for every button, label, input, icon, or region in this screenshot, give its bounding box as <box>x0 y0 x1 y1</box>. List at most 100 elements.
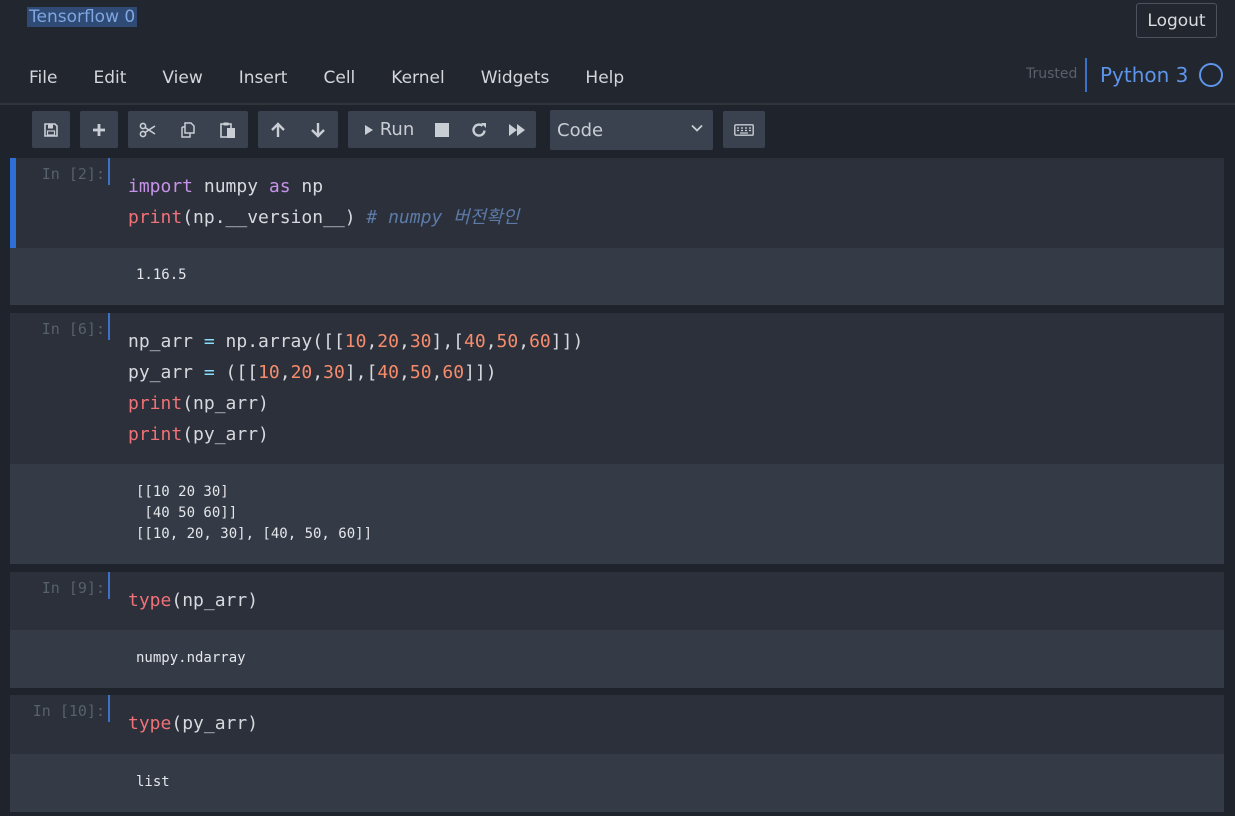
restart-icon <box>472 122 486 137</box>
arrow-down-icon <box>311 122 325 138</box>
cell-output-text: list <box>136 774 170 790</box>
keyboard-group <box>723 111 765 148</box>
code-cell[interactable]: In [6]: np_arr = np.array([[10,20,30],[4… <box>10 313 1224 564</box>
cell-prompt: In [2]: <box>41 165 105 183</box>
prompt-bar <box>108 158 110 185</box>
play-icon <box>364 124 373 135</box>
arrow-up-icon <box>271 121 285 137</box>
code-token: (py_arr) <box>182 424 269 445</box>
code-token: 10 <box>258 362 280 383</box>
code-token: 20 <box>290 362 313 383</box>
menu-bar: File Edit View Insert Cell Kernel Widget… <box>12 64 643 92</box>
trusted-indicator[interactable]: Trusted <box>1026 64 1077 84</box>
restart-button[interactable] <box>460 111 498 148</box>
menu-help[interactable]: Help <box>568 64 643 92</box>
command-palette-button[interactable] <box>723 111 765 148</box>
move-up-button[interactable] <box>258 111 298 148</box>
run-button[interactable]: Run <box>348 111 424 148</box>
insert-cell-button[interactable] <box>80 111 118 148</box>
menu-insert[interactable]: Insert <box>222 64 307 92</box>
code-token: (np.__version__) <box>182 207 367 228</box>
code-cell[interactable]: In [2]: import numpy as np print(np.__ver… <box>10 158 1224 305</box>
interrupt-button[interactable] <box>424 111 460 148</box>
code-token: import <box>128 176 194 197</box>
copy-icon <box>181 121 195 138</box>
cut-button[interactable] <box>128 111 168 148</box>
code-token: ]]) <box>464 362 497 383</box>
save-button[interactable] <box>32 111 70 148</box>
paste-button[interactable] <box>208 111 248 148</box>
menu-edit[interactable]: Edit <box>76 64 145 92</box>
move-group <box>258 111 338 148</box>
notebook-title[interactable]: Tensorflow 0 <box>27 7 138 27</box>
stop-icon <box>435 122 449 137</box>
cell-type-select[interactable]: Code <box>550 110 713 150</box>
cell-code-input[interactable]: type(np_arr) <box>128 585 258 616</box>
code-token: , <box>279 362 291 383</box>
code-token: , <box>485 331 497 352</box>
code-cell[interactable]: In [10]: type(py_arr) list <box>10 695 1224 812</box>
save-icon <box>44 122 58 137</box>
code-token: , <box>399 362 410 383</box>
code-token: = <box>203 331 215 352</box>
menu-file[interactable]: File <box>12 64 76 92</box>
cell-code-input[interactable]: import numpy as np print(np.__version__) … <box>128 171 519 233</box>
cell-prompt: In [9]: <box>41 579 105 597</box>
code-token: # numpy 버전확인 <box>366 207 520 228</box>
cell-output-area: [[10 20 30] [40 50 60]] [[10, 20, 30], [… <box>10 464 1224 564</box>
cut-icon <box>139 122 156 137</box>
code-token: print <box>128 424 183 445</box>
code-token: 40 <box>377 362 400 383</box>
kernel-idle-indicator-icon <box>1199 63 1223 87</box>
insert-group <box>80 111 118 148</box>
kernel-separator <box>1085 58 1087 92</box>
code-token: (np_arr) <box>171 590 259 611</box>
cell-code-input[interactable]: type(py_arr) <box>128 708 258 739</box>
prompt-bar <box>108 313 110 340</box>
code-token: np <box>290 176 324 197</box>
cell-output-text: numpy.ndarray <box>136 650 246 666</box>
code-token: , <box>431 362 443 383</box>
code-cell[interactable]: In [9]: type(np_arr) numpy.ndarray <box>10 572 1224 688</box>
logout-button[interactable]: Logout <box>1136 3 1217 38</box>
code-token: py_arr <box>128 362 204 383</box>
code-token: , <box>518 331 530 352</box>
code-token: 50 <box>409 362 432 383</box>
code-line: print(py_arr) <box>128 419 583 450</box>
chevron-down-icon <box>691 124 703 132</box>
paste-icon <box>220 122 235 138</box>
code-token: type <box>128 590 172 611</box>
menu-cell[interactable]: Cell <box>306 64 374 92</box>
code-token: 40 <box>464 331 486 352</box>
copy-button[interactable] <box>168 111 208 148</box>
code-token: 60 <box>442 362 465 383</box>
code-token: ]]) <box>550 331 584 352</box>
prompt-bar <box>108 572 110 599</box>
run-group: Run <box>348 111 536 148</box>
kernel-name[interactable]: Python 3 <box>1100 61 1188 89</box>
code-line: np_arr = np.array([[10,20,30],[40,50,60]… <box>128 326 583 357</box>
plus-icon <box>93 123 105 136</box>
restart-run-all-button[interactable] <box>498 111 536 148</box>
code-line: print(np_arr) <box>128 388 583 419</box>
code-token: print <box>128 207 183 228</box>
toolbar: Run Code <box>0 107 1235 157</box>
code-token: , <box>398 331 410 352</box>
menu-kernel[interactable]: Kernel <box>374 64 463 92</box>
move-down-button[interactable] <box>298 111 338 148</box>
edit-group <box>128 111 248 148</box>
cell-output-text: 1.16.5 <box>136 267 187 283</box>
code-token: 30 <box>409 331 432 352</box>
prompt-bar <box>108 695 110 722</box>
code-line: import numpy as np <box>128 171 519 202</box>
cell-type-value: Code <box>557 119 604 141</box>
cell-output-area: 1.16.5 <box>10 248 1224 305</box>
code-line: type(np_arr) <box>128 585 258 616</box>
code-token: , <box>312 362 324 383</box>
menu-view[interactable]: View <box>145 64 221 92</box>
keyboard-icon <box>734 123 754 136</box>
code-token: ],[ <box>431 331 465 352</box>
menu-widgets[interactable]: Widgets <box>464 64 569 92</box>
cell-code-input[interactable]: np_arr = np.array([[10,20,30],[40,50,60]… <box>128 326 583 450</box>
code-token: np_arr <box>128 331 204 352</box>
